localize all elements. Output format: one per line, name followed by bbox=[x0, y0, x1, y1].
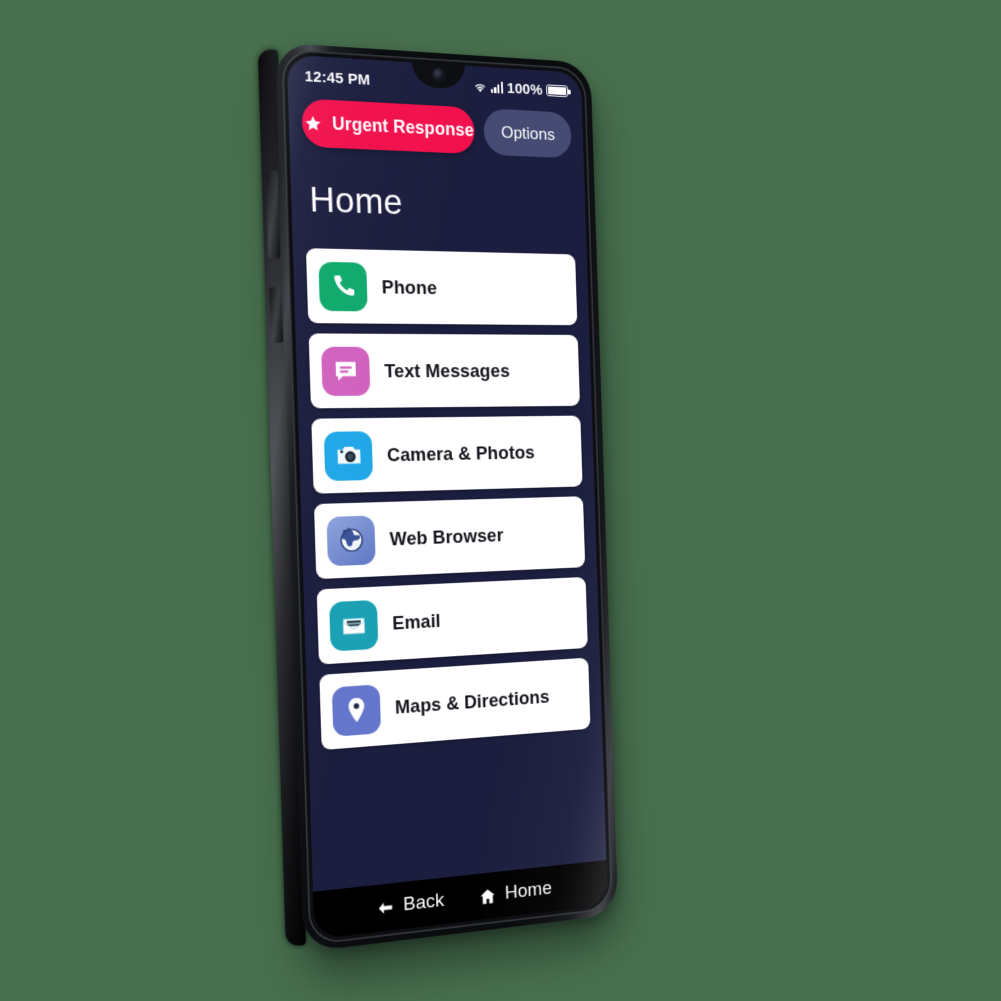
phone-handset-icon bbox=[318, 261, 368, 311]
front-camera-icon bbox=[432, 68, 445, 82]
app-item-label: Web Browser bbox=[389, 523, 504, 549]
app-item-web-browser[interactable]: Web Browser bbox=[313, 496, 586, 580]
urgent-response-button[interactable]: Urgent Response bbox=[301, 98, 476, 155]
nav-home-label: Home bbox=[504, 877, 553, 904]
house-icon bbox=[480, 887, 496, 904]
phone-screen: 12:45 PM 100% Urgent Response Options Ho… bbox=[286, 54, 608, 940]
app-item-label: Camera & Photos bbox=[386, 441, 536, 465]
urgent-response-label: Urgent Response bbox=[331, 113, 475, 141]
screenshot-stage: 12:45 PM 100% Urgent Response Options Ho… bbox=[0, 0, 1001, 1001]
map-pin-icon bbox=[331, 683, 382, 737]
options-label: Options bbox=[500, 122, 556, 144]
bottom-nav-bar: Back Home bbox=[312, 859, 608, 940]
globe-icon bbox=[326, 514, 376, 566]
app-item-label: Email bbox=[391, 609, 441, 634]
app-item-camera-photos[interactable]: Camera & Photos bbox=[311, 415, 583, 494]
power-button[interactable] bbox=[269, 287, 284, 343]
volume-button[interactable] bbox=[265, 170, 281, 259]
app-item-maps-directions[interactable]: Maps & Directions bbox=[319, 657, 591, 751]
nav-back-button[interactable]: Back bbox=[374, 889, 445, 920]
nav-back-label: Back bbox=[402, 889, 445, 916]
chat-bubble-icon bbox=[321, 346, 371, 396]
camera-icon bbox=[323, 430, 374, 481]
app-item-phone[interactable]: Phone bbox=[305, 248, 578, 326]
phone-body: 12:45 PM 100% Urgent Response Options Ho… bbox=[275, 42, 619, 953]
phone-device: 12:45 PM 100% Urgent Response Options Ho… bbox=[257, 42, 619, 953]
app-list[interactable]: Phone Text Messages Camera & Photos Web … bbox=[293, 248, 607, 892]
cellular-signal-icon bbox=[490, 81, 504, 94]
battery-percent-label: 100% bbox=[506, 79, 543, 99]
page-title: Home bbox=[308, 179, 404, 223]
status-time: 12:45 PM bbox=[304, 67, 371, 89]
envelope-icon bbox=[329, 599, 379, 652]
top-action-row: Urgent Response Options bbox=[288, 98, 584, 159]
app-item-label: Maps & Directions bbox=[394, 685, 550, 718]
wifi-icon bbox=[472, 79, 486, 92]
app-item-label: Phone bbox=[381, 275, 438, 298]
options-button[interactable]: Options bbox=[483, 108, 572, 159]
app-item-label: Text Messages bbox=[383, 359, 511, 381]
phone-scene: 12:45 PM 100% Urgent Response Options Ho… bbox=[0, 0, 1001, 1001]
arrow-left-icon bbox=[378, 901, 393, 914]
battery-full-icon bbox=[546, 84, 569, 98]
app-item-text-messages[interactable]: Text Messages bbox=[308, 333, 581, 409]
star-icon bbox=[303, 112, 324, 133]
status-indicators: 100% bbox=[472, 77, 569, 99]
nav-home-button[interactable]: Home bbox=[478, 878, 552, 908]
app-item-email[interactable]: Email bbox=[316, 576, 588, 665]
